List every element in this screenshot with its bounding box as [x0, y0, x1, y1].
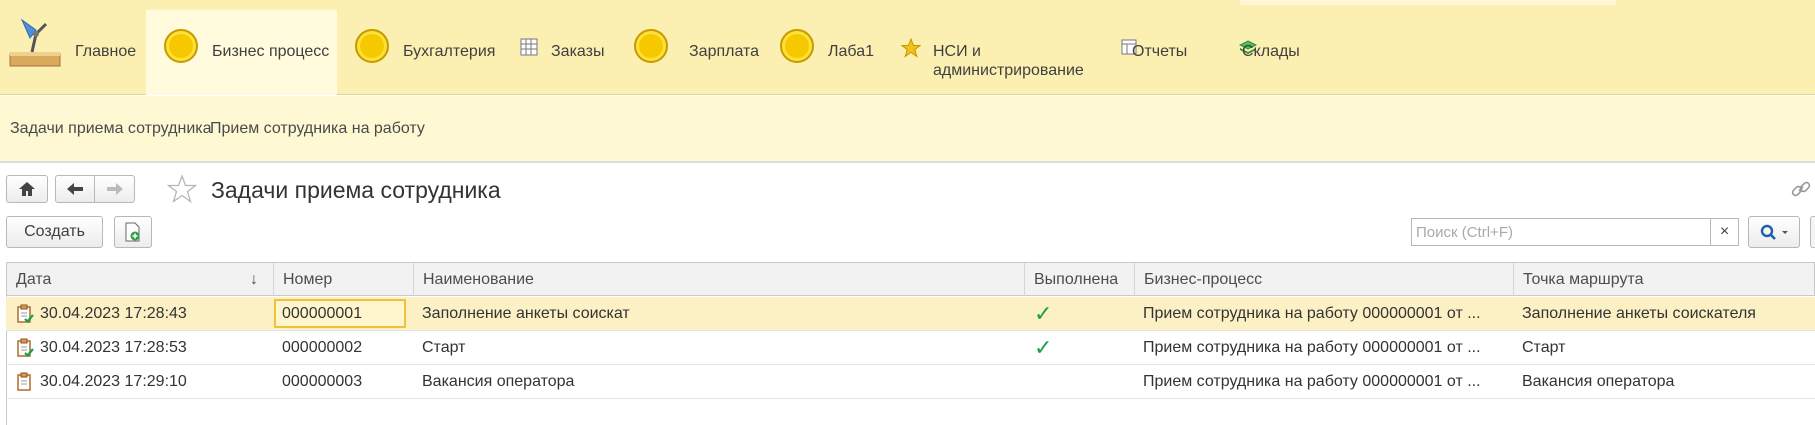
section-reports[interactable]: Отчеты [1103, 10, 1223, 95]
section-label: Отчеты [1132, 43, 1188, 60]
cell-business-process[interactable]: Прием сотрудника на работу 000000001 от … [1134, 331, 1504, 365]
search-input[interactable]: Поиск (Ctrl+F) [1411, 218, 1711, 246]
cell-date[interactable]: 30.04.2023 17:29:10 [38, 365, 273, 399]
favorite-star-icon[interactable] [167, 175, 197, 203]
cell-route-point[interactable]: Старт [1513, 331, 1815, 365]
link-hiring-process[interactable]: Прием сотрудника на работу [210, 120, 425, 138]
coin-icon [355, 29, 389, 63]
cell-name[interactable]: Старт [413, 331, 713, 365]
section-label: Бизнес процесс [212, 43, 330, 60]
section-warehouses[interactable]: Склады [1223, 10, 1343, 95]
cell-name[interactable]: Вакансия оператора [413, 365, 713, 399]
section-label: Заказы [551, 43, 605, 60]
section-orders[interactable]: Заказы [502, 10, 618, 95]
section-label: Склады [1242, 43, 1300, 60]
column-business-process[interactable]: Бизнес-процесс [1135, 263, 1514, 296]
column-done[interactable]: Выполнена [1025, 263, 1135, 296]
coin-icon [634, 29, 668, 63]
home-icon [19, 182, 35, 196]
cell-done[interactable] [1024, 365, 1134, 399]
cell-route-point[interactable]: Вакансия оператора [1513, 365, 1815, 399]
table-row[interactable]: 30.04.2023 17:29:10 000000003 Вакансия опе… [6, 365, 1815, 399]
page-title: Задачи приема сотрудника [211, 177, 501, 203]
search-button[interactable] [1748, 216, 1800, 248]
section-label: Бухгалтерия [403, 43, 496, 60]
section-subpanel: Задачи приема сотрудника Прием сотрудник… [0, 96, 1815, 163]
cell-number[interactable]: 000000001 [273, 297, 413, 331]
desk-lamp-icon [9, 18, 61, 67]
arrow-left-icon [67, 183, 83, 195]
cell-number[interactable]: 000000003 [273, 365, 413, 399]
forward-button[interactable] [95, 175, 135, 203]
table-row[interactable]: 30.04.2023 17:28:43 000000001 Заполнение а… [6, 297, 1815, 331]
cell-done[interactable]: ✓ [1024, 331, 1134, 365]
column-date-label: Дата [16, 271, 52, 288]
table-row[interactable]: 30.04.2023 17:28:53 000000002 Старт Прием с… [6, 331, 1815, 365]
sort-indicator: ↓ [250, 271, 258, 288]
task-icon [17, 372, 31, 391]
create-button[interactable]: Создать [6, 216, 103, 248]
link-icon[interactable] [1790, 178, 1812, 200]
section-main[interactable]: Главное [0, 10, 146, 95]
link-hiring-tasks[interactable]: Задачи приема сотрудника [10, 120, 212, 138]
section-label: Лаба1 [828, 43, 874, 60]
search-icon [1760, 224, 1788, 240]
cell-business-process[interactable]: Прием сотрудника на работу 000000001 от … [1134, 297, 1504, 331]
section-accounting[interactable]: Бухгалтерия [337, 10, 502, 95]
sections-panel: Главное Бизнес процесс Бухгалтерия Заказ… [0, 0, 1815, 95]
task-done-icon [17, 338, 34, 358]
section-salary[interactable]: Зарплата [618, 10, 764, 95]
arrow-right-icon [106, 183, 123, 195]
home-button[interactable] [6, 175, 48, 203]
section-business-process[interactable]: Бизнес процесс [146, 10, 337, 95]
section-label: Главное [75, 43, 137, 60]
add-file-button[interactable] [114, 216, 152, 248]
back-button[interactable] [55, 175, 95, 203]
more-button[interactable] [1810, 216, 1815, 248]
search-clear-button[interactable]: × [1711, 218, 1739, 246]
cell-date[interactable]: 30.04.2023 17:28:43 [38, 297, 273, 331]
column-date[interactable]: Дата ↓ [7, 263, 274, 296]
add-document-icon [125, 222, 140, 242]
coin-icon [780, 29, 814, 63]
cell-number[interactable]: 000000002 [273, 331, 413, 365]
table-header: Дата ↓ Номер Наименование Выполнена Бизн… [6, 262, 1815, 296]
table-grid-icon [520, 38, 538, 56]
column-route-point[interactable]: Точка маршрута [1514, 263, 1815, 296]
cell-route-point[interactable]: Заполнение анкеты соискателя [1513, 297, 1815, 331]
section-label-line2: администрирование [933, 62, 1084, 79]
cell-done[interactable]: ✓ [1024, 297, 1134, 331]
section-label: Зарплата [689, 43, 760, 60]
top-strip [1240, 0, 1616, 5]
cell-business-process[interactable]: Прием сотрудника на работу 000000001 от … [1134, 365, 1504, 399]
coin-icon [164, 29, 198, 63]
section-lab1[interactable]: Лаба1 [764, 10, 888, 95]
cell-date[interactable]: 30.04.2023 17:28:53 [38, 331, 273, 365]
column-number[interactable]: Номер [274, 263, 414, 296]
section-nsi-admin[interactable]: НСИ и администрирование [888, 10, 1103, 95]
task-done-icon [17, 304, 34, 324]
column-name[interactable]: Наименование [414, 263, 1025, 296]
cell-name[interactable]: Заполнение анкеты соискат [413, 297, 713, 331]
star-icon [901, 38, 921, 58]
